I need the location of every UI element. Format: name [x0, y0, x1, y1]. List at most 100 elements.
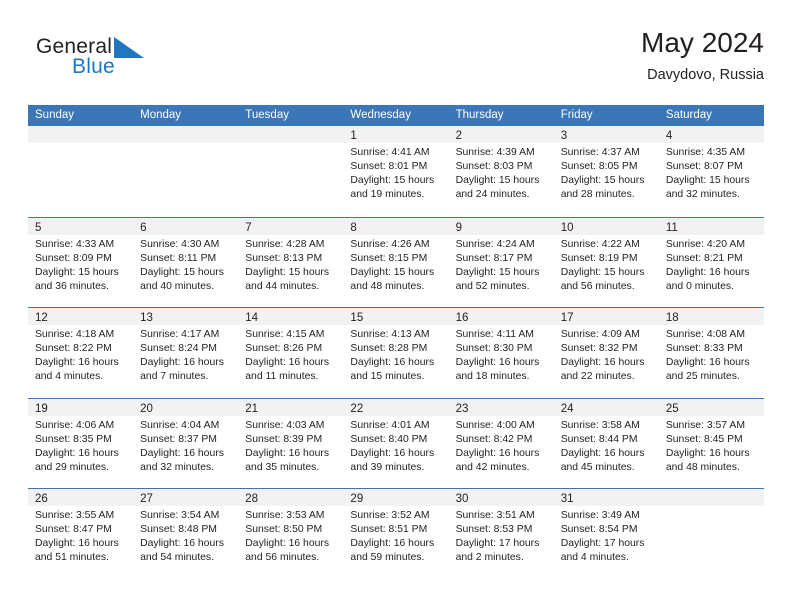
sunrise-text: Sunrise: 3:57 AM [665, 419, 745, 431]
calendar-day-cell[interactable]: 22 Sunrise: 4:01 AM Sunset: 8:40 PM Dayligh… [343, 398, 449, 489]
daylight-text-line2: and 45 minutes. [560, 461, 635, 473]
daylight-text-line2: and 51 minutes. [35, 552, 109, 564]
calendar-day-cell[interactable]: 5 Sunrise: 4:33 AM Sunset: 8:09 PM Daylight… [28, 217, 134, 308]
calendar-day-cell[interactable]: 1 Sunrise: 4:41 AM Sunset: 8:01 PM Daylight… [343, 126, 449, 217]
calendar-day-cell[interactable]: 20 Sunrise: 4:04 AM Sunset: 8:37 PM Dayligh… [133, 398, 239, 489]
day-number-band: 30 [448, 489, 554, 506]
daylight-text-line1: Daylight: 16 hours [140, 538, 224, 550]
calendar-day-cell[interactable]: 17 Sunrise: 4:09 AM Sunset: 8:32 PM Dayligh… [553, 308, 659, 398]
day-number-band: 6 [133, 217, 239, 235]
calendar-day-cell-empty [28, 126, 134, 217]
calendar-day-cell[interactable]: 12 Sunrise: 4:18 AM Sunset: 8:22 PM Dayligh… [28, 308, 134, 398]
daylight-text-line2: and 15 minutes. [350, 371, 425, 383]
calendar-day-cell[interactable]: 8 Sunrise: 4:26 AM Sunset: 8:15 PM Daylight… [343, 217, 449, 308]
calendar-week-row: 19 Sunrise: 4:06 AM Sunset: 8:35 PM Dayligh… [28, 397, 764, 489]
day-details: Sunrise: 3:54 AM Sunset: 8:48 PM Daylight:… [133, 506, 238, 565]
calendar-day-cell-empty [658, 489, 764, 579]
sunrise-text: Sunrise: 3:58 AM [560, 419, 640, 431]
day-number-band: 27 [133, 489, 239, 506]
day-details: Sunrise: 4:41 AM Sunset: 8:01 PM Daylight:… [343, 143, 448, 202]
day-number-band: 8 [343, 217, 449, 235]
day-number: 2 [455, 130, 462, 142]
calendar-week-row: 26 Sunrise: 3:55 AM Sunset: 8:47 PM Dayligh… [28, 488, 764, 579]
calendar-day-cell[interactable]: 10 Sunrise: 4:22 AM Sunset: 8:19 PM Dayligh… [553, 217, 659, 308]
calendar-day-cell[interactable]: 15 Sunrise: 4:13 AM Sunset: 8:28 PM Dayligh… [343, 308, 449, 398]
daylight-text-line2: and 48 minutes. [665, 461, 740, 473]
daylight-text-line1: Daylight: 15 hours [35, 266, 119, 278]
daylight-text-line1: Daylight: 16 hours [35, 538, 119, 550]
day-details: Sunrise: 4:01 AM Sunset: 8:40 PM Daylight:… [343, 416, 448, 475]
brand-name-blue: Blue [72, 55, 115, 78]
day-number: 28 [245, 493, 259, 505]
day-details: Sunrise: 4:18 AM Sunset: 8:22 PM Daylight:… [28, 325, 133, 384]
calendar-day-cell[interactable]: 24 Sunrise: 3:58 AM Sunset: 8:44 PM Dayligh… [553, 398, 659, 489]
sunrise-text: Sunrise: 4:03 AM [245, 419, 325, 431]
daylight-text-line2: and 56 minutes. [245, 552, 320, 564]
daylight-text-line2: and 29 minutes. [35, 461, 109, 473]
day-details: Sunrise: 4:00 AM Sunset: 8:42 PM Daylight:… [449, 416, 554, 475]
day-details: Sunrise: 4:15 AM Sunset: 8:26 PM Daylight:… [238, 325, 343, 384]
daylight-text-line2: and 2 minutes. [455, 552, 524, 564]
day-number-band: 12 [28, 308, 134, 325]
calendar-day-cell[interactable]: 28 Sunrise: 3:53 AM Sunset: 8:50 PM Dayligh… [238, 489, 344, 579]
daylight-text-line1: Daylight: 16 hours [665, 447, 750, 459]
sunset-text: Sunset: 8:54 PM [560, 524, 638, 536]
daylight-text-line2: and 4 minutes. [35, 371, 104, 383]
calendar-day-cell[interactable]: 21 Sunrise: 4:03 AM Sunset: 8:39 PM Dayligh… [238, 398, 344, 489]
day-details: Sunrise: 3:49 AM Sunset: 8:54 PM Daylight:… [554, 506, 659, 565]
day-number-band: 18 [658, 308, 764, 325]
sunrise-text: Sunrise: 4:39 AM [455, 147, 535, 158]
sunrise-text: Sunrise: 4:28 AM [245, 238, 325, 250]
day-number-band: 3 [553, 126, 659, 143]
daylight-text-line1: Daylight: 15 hours [560, 175, 645, 187]
calendar-day-cell[interactable]: 23 Sunrise: 4:00 AM Sunset: 8:42 PM Dayligh… [448, 398, 554, 489]
sunset-text: Sunset: 8:44 PM [560, 433, 638, 445]
general-blue-logo[interactable]: General Blue [36, 35, 216, 91]
sunrise-text: Sunrise: 4:35 AM [665, 147, 745, 158]
calendar-day-cell[interactable]: 16 Sunrise: 4:11 AM Sunset: 8:30 PM Dayligh… [448, 308, 554, 398]
calendar-day-cell[interactable]: 25 Sunrise: 3:57 AM Sunset: 8:45 PM Dayligh… [658, 398, 764, 489]
daylight-text-line2: and 36 minutes. [35, 280, 109, 292]
sunrise-text: Sunrise: 3:49 AM [560, 510, 640, 521]
sunset-text: Sunset: 8:47 PM [35, 524, 112, 536]
calendar-day-cell[interactable]: 2 Sunrise: 4:39 AM Sunset: 8:03 PM Daylight… [448, 126, 554, 217]
sunset-text: Sunset: 8:42 PM [455, 433, 533, 445]
weekday-header-wednesday: Wednesday [350, 109, 411, 121]
day-details: Sunrise: 4:03 AM Sunset: 8:39 PM Daylight:… [238, 416, 343, 475]
calendar-day-cell[interactable]: 6 Sunrise: 4:30 AM Sunset: 8:11 PM Daylight… [133, 217, 239, 308]
sunset-text: Sunset: 8:51 PM [350, 524, 428, 536]
daylight-text-line1: Daylight: 17 hours [560, 538, 645, 550]
calendar-day-cell[interactable]: 7 Sunrise: 4:28 AM Sunset: 8:13 PM Daylight… [238, 217, 344, 308]
sunrise-text: Sunrise: 4:26 AM [350, 238, 430, 250]
day-number-band: 5 [28, 217, 134, 235]
day-details: Sunrise: 4:13 AM Sunset: 8:28 PM Daylight:… [343, 325, 448, 384]
calendar-day-cell[interactable]: 31 Sunrise: 3:49 AM Sunset: 8:54 PM Dayligh… [553, 489, 659, 579]
calendar-day-cell[interactable]: 13 Sunrise: 4:17 AM Sunset: 8:24 PM Dayligh… [133, 308, 239, 398]
calendar-day-cell[interactable]: 4 Sunrise: 4:35 AM Sunset: 8:07 PM Daylight… [658, 126, 764, 217]
day-details: Sunrise: 3:57 AM Sunset: 8:45 PM Daylight:… [659, 416, 764, 475]
day-details: Sunrise: 4:08 AM Sunset: 8:33 PM Daylight:… [659, 325, 764, 384]
calendar-day-cell[interactable]: 14 Sunrise: 4:15 AM Sunset: 8:26 PM Dayligh… [238, 308, 344, 398]
sunset-text: Sunset: 8:09 PM [35, 252, 112, 264]
calendar-day-cell[interactable]: 30 Sunrise: 3:51 AM Sunset: 8:53 PM Dayligh… [448, 489, 554, 579]
calendar-day-cell[interactable]: 9 Sunrise: 4:24 AM Sunset: 8:17 PM Daylight… [448, 217, 554, 308]
day-number: 3 [560, 130, 568, 142]
calendar-day-cell[interactable]: 26 Sunrise: 3:55 AM Sunset: 8:47 PM Dayligh… [28, 489, 134, 579]
calendar-day-cell[interactable]: 19 Sunrise: 4:06 AM Sunset: 8:35 PM Dayligh… [28, 398, 134, 489]
day-details: Sunrise: 3:53 AM Sunset: 8:50 PM Daylight:… [238, 506, 343, 565]
day-number: 31 [560, 493, 574, 505]
sunset-text: Sunset: 8:22 PM [35, 343, 112, 355]
calendar-day-cell[interactable]: 3 Sunrise: 4:37 AM Sunset: 8:05 PM Daylight… [553, 126, 659, 217]
daylight-text-line2: and 52 minutes. [455, 280, 530, 292]
calendar-day-cell[interactable]: 27 Sunrise: 3:54 AM Sunset: 8:48 PM Dayligh… [133, 489, 239, 579]
day-number: 11 [665, 221, 678, 234]
day-details: Sunrise: 4:11 AM Sunset: 8:30 PM Daylight:… [449, 325, 554, 384]
day-number: 6 [140, 221, 147, 234]
calendar-day-cell[interactable]: 29 Sunrise: 3:52 AM Sunset: 8:51 PM Dayligh… [343, 489, 449, 579]
calendar-day-cell[interactable]: 11 Sunrise: 4:20 AM Sunset: 8:21 PM Dayligh… [658, 217, 764, 308]
calendar-weeks: 1 Sunrise: 4:41 AM Sunset: 8:01 PM Daylight… [28, 126, 764, 579]
calendar-day-cell[interactable]: 18 Sunrise: 4:08 AM Sunset: 8:33 PM Dayligh… [658, 308, 764, 398]
daylight-text-line2: and 24 minutes. [455, 189, 530, 201]
day-number: 19 [35, 402, 48, 415]
day-details: Sunrise: 4:37 AM Sunset: 8:05 PM Daylight:… [554, 143, 659, 202]
